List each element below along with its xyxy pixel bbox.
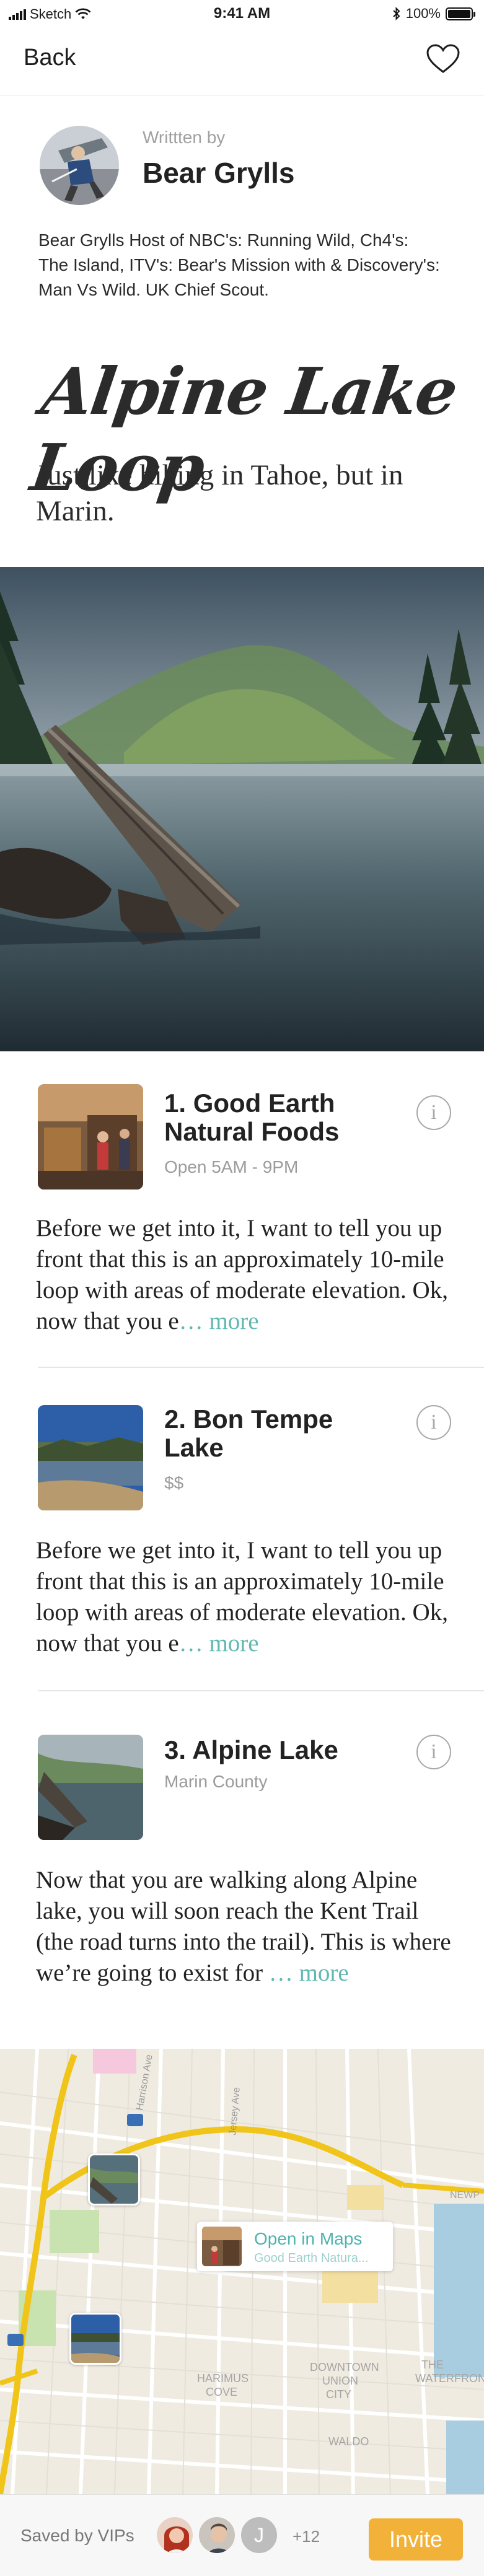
battery-percent: 100% — [405, 6, 441, 21]
avatar[interactable] — [155, 2515, 195, 2555]
place-thumbnail[interactable] — [38, 1084, 143, 1189]
place-card[interactable]: 3. Alpine Lake Marin County i Now that y… — [0, 1735, 484, 2026]
place-description: Before we get into it, I want to tell yo… — [36, 1213, 451, 1337]
callout-thumbnail — [202, 2227, 242, 2266]
place-thumbnail[interactable] — [38, 1735, 143, 1840]
trail-map[interactable]: Harrison Ave Jersey Ave DOWNTOWN UNION C… — [0, 2049, 484, 2494]
back-button[interactable]: Back — [24, 45, 76, 71]
svg-text:WATERFRONT: WATERFRONT — [415, 2372, 484, 2385]
svg-text:WALDO: WALDO — [328, 2435, 369, 2448]
status-bar: Sketch 9:41 AM 100% — [0, 0, 484, 27]
avatar[interactable]: J — [239, 2515, 279, 2555]
more-link[interactable]: … more — [179, 1630, 259, 1657]
status-right: 100% — [392, 6, 475, 22]
heart-icon[interactable] — [426, 43, 460, 74]
svg-text:THE: THE — [421, 2359, 444, 2371]
bottom-bar: Saved by VIPs J +12 Invite — [0, 2494, 484, 2576]
map-pin[interactable] — [88, 2153, 140, 2206]
saved-by-label: Saved by VIPs — [20, 2526, 134, 2545]
map-pin[interactable] — [69, 2313, 121, 2365]
description-text: Now that you are walking along Alpine la… — [36, 1867, 451, 1986]
place-price: $$ — [164, 1473, 184, 1492]
divider — [38, 1690, 484, 1691]
divider — [38, 1367, 484, 1368]
svg-text:HARIMUS: HARIMUS — [197, 2372, 249, 2385]
info-button[interactable]: i — [416, 1095, 451, 1130]
place-description: Now that you are walking along Alpine la… — [36, 1865, 451, 1989]
page-subtitle: Just like hiking in Tahoe, but in Marin. — [36, 459, 403, 527]
place-card[interactable]: 2. Bon Tempe Lake $$ i Before we get int… — [0, 1405, 484, 1690]
svg-text:CITY: CITY — [326, 2388, 351, 2401]
callout-subtitle: Good Earth Natura... — [254, 2251, 369, 2265]
author-name[interactable]: Bear Grylls — [143, 156, 294, 190]
open-in-maps-callout[interactable]: Open in Maps Good Earth Natura... — [197, 2222, 393, 2271]
place-name[interactable]: 2. Bon Tempe Lake — [164, 1405, 387, 1462]
place-hours: Open 5AM - 9PM — [164, 1157, 299, 1176]
invite-button[interactable]: Invite — [369, 2518, 463, 2561]
place-location: Marin County — [164, 1772, 268, 1791]
bluetooth-icon — [393, 7, 400, 20]
place-card[interactable]: 1. Good Earth Natural Foods Open 5AM - 9… — [0, 1084, 484, 1365]
battery-icon — [446, 7, 475, 20]
place-name[interactable]: 3. Alpine Lake — [164, 1736, 387, 1764]
place-name[interactable]: 1. Good Earth Natural Foods — [164, 1089, 387, 1146]
svg-text:NEWP: NEWP — [450, 2190, 480, 2201]
place-description: Before we get into it, I want to tell yo… — [36, 1535, 451, 1659]
author-avatar[interactable] — [40, 126, 119, 205]
info-button[interactable]: i — [416, 1735, 451, 1769]
avatar[interactable] — [197, 2515, 237, 2555]
hero-image — [0, 567, 484, 1051]
more-link[interactable]: … more — [179, 1308, 259, 1334]
author-bio: Bear Grylls Host of NBC's: Running Wild,… — [38, 230, 440, 299]
extra-count[interactable]: +12 — [293, 2527, 320, 2546]
info-button[interactable]: i — [416, 1405, 451, 1440]
navigation-bar: Back — [0, 28, 484, 95]
callout-title[interactable]: Open in Maps — [254, 2229, 362, 2249]
svg-text:UNION: UNION — [322, 2375, 358, 2387]
place-thumbnail[interactable] — [38, 1405, 143, 1510]
svg-text:COVE: COVE — [206, 2386, 237, 2398]
written-by-label: Writtten by — [143, 128, 226, 147]
more-link[interactable]: … more — [269, 1960, 349, 1986]
svg-text:DOWNTOWN: DOWNTOWN — [310, 2361, 379, 2373]
